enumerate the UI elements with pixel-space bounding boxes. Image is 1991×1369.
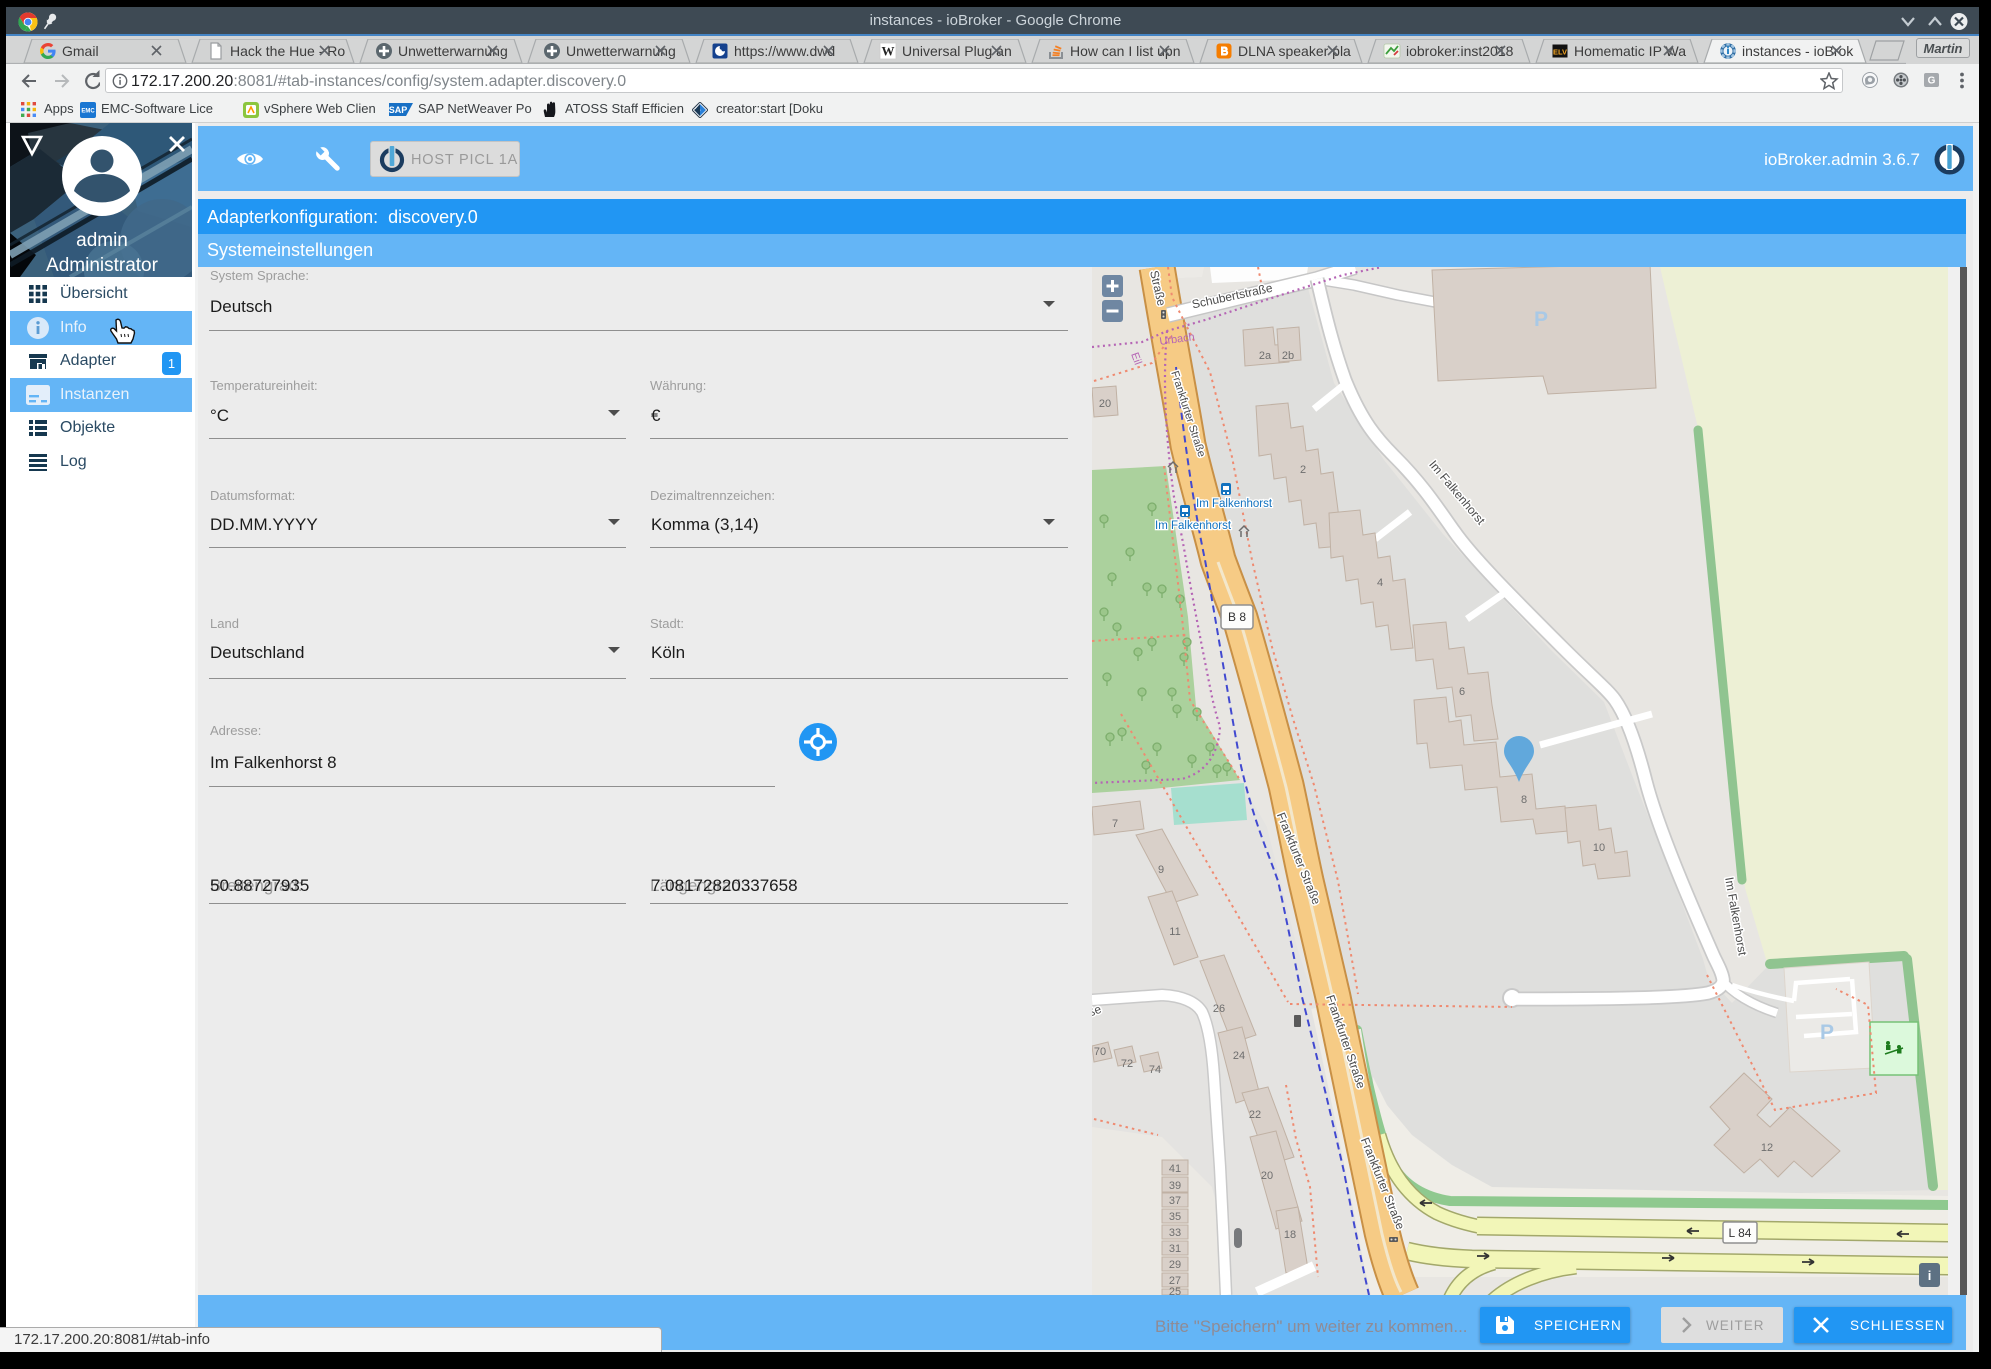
svg-text:Eil: Eil <box>1128 351 1143 367</box>
svg-text:8: 8 <box>1521 794 1527 806</box>
svg-text:2b: 2b <box>1282 350 1294 362</box>
svg-text:Hack the Hue - Ro: Hack the Hue - Ro <box>230 43 345 59</box>
svg-text:29: 29 <box>1169 1259 1181 1271</box>
svg-text:18: 18 <box>1284 1229 1296 1241</box>
svg-text:W: W <box>882 44 895 59</box>
svg-text:35: 35 <box>1169 1211 1181 1223</box>
svg-text:2: 2 <box>1300 464 1306 476</box>
svg-text:31: 31 <box>1169 1243 1181 1255</box>
svg-text:EMC: EMC <box>81 109 95 115</box>
svg-text:iobroker:inst2018: iobroker:inst2018 <box>1406 43 1514 59</box>
svg-text:Im Falkenhorst: Im Falkenhorst <box>1155 520 1232 532</box>
svg-text:11: 11 <box>1169 926 1180 938</box>
svg-text:ELV: ELV <box>1553 47 1567 56</box>
svg-text:Administrator: Administrator <box>46 255 159 276</box>
svg-text:37: 37 <box>1169 1195 1181 1207</box>
svg-text:25: 25 <box>1169 1286 1181 1295</box>
svg-text:70: 70 <box>1094 1046 1106 1058</box>
svg-text:6: 6 <box>1459 686 1465 698</box>
svg-text:33: 33 <box>1169 1227 1181 1239</box>
svg-text:2a: 2a <box>1259 350 1272 362</box>
svg-text:20: 20 <box>1099 398 1111 410</box>
svg-text:G: G <box>1928 76 1936 87</box>
svg-text:7: 7 <box>1112 818 1118 830</box>
svg-text:24: 24 <box>1233 1050 1245 1062</box>
svg-text:12: 12 <box>1761 1142 1773 1154</box>
svg-text:admin: admin <box>76 230 128 251</box>
svg-text:Im Falkenhorst: Im Falkenhorst <box>1196 498 1273 510</box>
svg-text:https://www.dwd: https://www.dwd <box>734 43 835 59</box>
svg-text:72: 72 <box>1121 1058 1133 1070</box>
svg-text:22: 22 <box>1249 1109 1261 1121</box>
svg-text:39: 39 <box>1169 1180 1181 1192</box>
svg-text:41: 41 <box>1169 1163 1181 1175</box>
svg-text:SAP: SAP <box>389 105 407 115</box>
svg-text:P: P <box>1534 308 1548 331</box>
svg-text:26: 26 <box>1213 1003 1225 1015</box>
svg-text:P: P <box>1820 1021 1834 1044</box>
svg-text:9: 9 <box>1158 864 1164 876</box>
svg-text:i: i <box>1928 1268 1932 1283</box>
svg-text:74: 74 <box>1149 1064 1161 1076</box>
svg-text:L 84: L 84 <box>1729 1226 1752 1240</box>
svg-text:Gmail: Gmail <box>62 43 99 59</box>
svg-text:B 8: B 8 <box>1228 610 1246 624</box>
svg-text:4: 4 <box>1377 577 1383 589</box>
svg-text:20: 20 <box>1261 1170 1273 1182</box>
svg-text:10: 10 <box>1593 842 1605 854</box>
